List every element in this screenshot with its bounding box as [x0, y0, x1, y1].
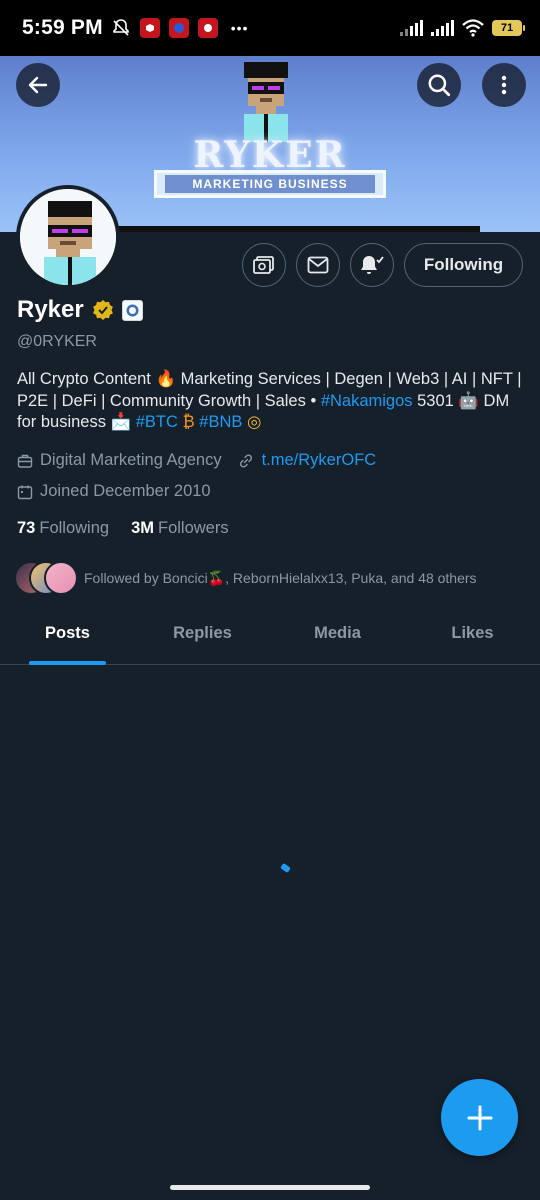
- hashtag-link[interactable]: #BTC: [136, 413, 178, 431]
- more-vertical-icon: [501, 75, 507, 95]
- more-options-button[interactable]: [482, 63, 526, 107]
- calendar-icon: [17, 485, 33, 499]
- profile-category: Digital Marketing Agency: [40, 451, 222, 469]
- link-icon: [239, 453, 252, 468]
- banner-divider: [100, 226, 480, 232]
- notification-bell-icon: [361, 256, 384, 274]
- display-name: Ryker: [17, 296, 84, 323]
- profile-meta-row: Digital Marketing Agency t.me/RykerOFC: [17, 451, 376, 470]
- status-right-icons: 71: [400, 19, 525, 37]
- banner-subtitle: MARKETING BUSINESS: [154, 170, 386, 198]
- battery-indicator: 71: [492, 20, 525, 36]
- profile-handle: @0RYKER: [17, 333, 97, 350]
- back-button[interactable]: [16, 63, 60, 107]
- signal-icon: [400, 20, 423, 36]
- mail-icon: [307, 256, 329, 274]
- tab-posts[interactable]: Posts: [0, 603, 135, 665]
- avatar-character-image: [20, 189, 116, 285]
- bio-text: ◎: [242, 413, 262, 431]
- app-notification-icon: [197, 18, 218, 38]
- following-stat[interactable]: 73 Following: [17, 519, 109, 538]
- banner-character-image: [244, 62, 288, 142]
- more-notifications-icon: •••: [230, 20, 249, 36]
- profile-bio: All Crypto Content 🔥 Marketing Services …: [17, 369, 527, 434]
- compose-button[interactable]: [441, 1079, 518, 1156]
- followed-by-avatars: [14, 561, 78, 595]
- back-arrow-icon: [28, 76, 48, 94]
- mute-bell-icon: [112, 19, 129, 36]
- profile-joined-row: Joined December 2010: [17, 482, 211, 501]
- bio-text: ₿: [177, 413, 200, 431]
- avatar-image: [20, 189, 116, 285]
- home-indicator[interactable]: [170, 1185, 370, 1190]
- verified-badge-icon[interactable]: [92, 299, 114, 321]
- banner-subtitle-text: MARKETING BUSINESS: [165, 175, 375, 193]
- subscribe-icon: [253, 256, 274, 274]
- search-button[interactable]: [417, 63, 461, 107]
- status-bar: 5:59 PM ••• 71: [0, 0, 540, 56]
- notifications-button[interactable]: [350, 243, 394, 287]
- search-icon: [428, 74, 451, 97]
- profile-website-link[interactable]: t.me/RykerOFC: [262, 451, 377, 470]
- subscribe-button[interactable]: [242, 243, 286, 287]
- tab-media[interactable]: Media: [270, 603, 405, 664]
- battery-level: 71: [500, 22, 514, 34]
- hashtag-link[interactable]: #Nakamigos: [321, 392, 413, 410]
- wifi-icon: [462, 19, 484, 37]
- compose-plus-icon: [467, 1105, 492, 1130]
- following-button[interactable]: Following: [404, 243, 523, 287]
- loading-spinner: [280, 862, 291, 874]
- profile-name-row: Ryker: [17, 296, 143, 324]
- follow-stats: 73 Following 3M Followers: [17, 519, 229, 538]
- profile-tabs: Posts Replies Media Likes: [0, 603, 540, 665]
- hashtag-link[interactable]: #BNB: [199, 413, 242, 431]
- followed-by-text: Followed by Boncici🍒, RebornHielalxx13, …: [84, 569, 477, 586]
- status-time: 5:59 PM: [22, 16, 103, 39]
- following-count: 73: [17, 519, 36, 537]
- profile-avatar[interactable]: [16, 185, 120, 289]
- followers-label: Followers: [157, 519, 229, 537]
- signal-icon: [431, 20, 454, 36]
- profile-joined-date: Joined December 2010: [40, 482, 211, 500]
- briefcase-icon: [17, 454, 33, 468]
- followed-by-row[interactable]: Followed by Boncici🍒, RebornHielalxx13, …: [14, 561, 477, 595]
- affiliate-badge-icon[interactable]: [121, 299, 143, 321]
- message-button[interactable]: [296, 243, 340, 287]
- tab-replies[interactable]: Replies: [135, 603, 270, 664]
- app-notification-icon: [139, 18, 160, 38]
- following-label: Following: [39, 519, 110, 537]
- status-notification-icons: •••: [111, 18, 249, 38]
- followers-stat[interactable]: 3M Followers: [131, 519, 229, 538]
- avatar: [44, 561, 78, 595]
- tab-likes[interactable]: Likes: [405, 603, 540, 664]
- app-notification-icon: [168, 18, 189, 38]
- followers-count: 3M: [131, 519, 154, 537]
